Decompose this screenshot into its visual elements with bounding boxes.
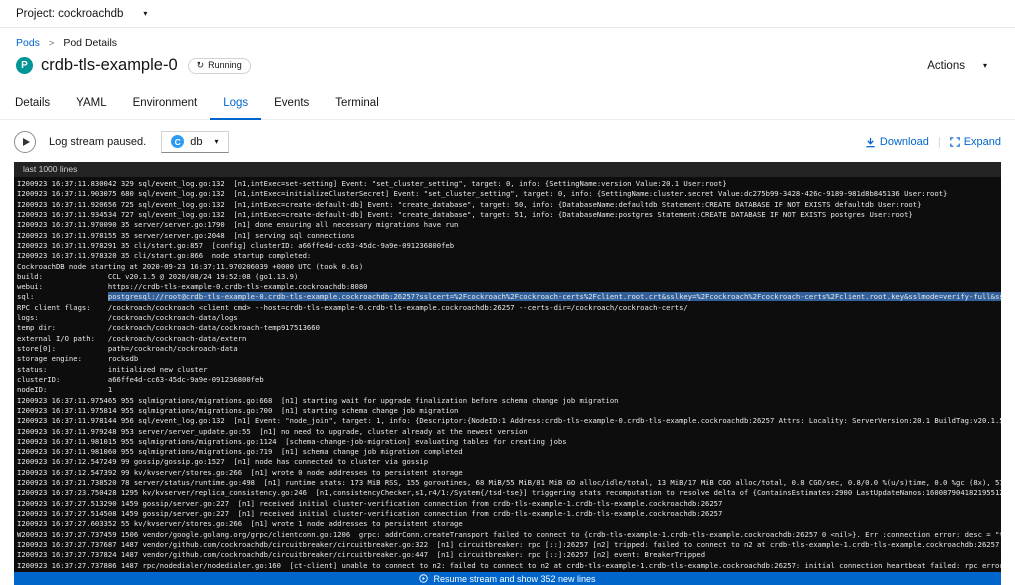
container-selector-value: db <box>190 136 202 148</box>
log-line: I200923 16:37:27.514508 1459 gossip/serv… <box>17 509 1001 519</box>
log-line: CockroachDB node starting at 2020-09-23 … <box>17 262 1001 272</box>
pod-badge: P <box>16 57 33 74</box>
expand-icon <box>950 137 960 147</box>
log-line: I200923 16:37:11.978291 35 cli/start.go:… <box>17 241 1001 251</box>
log-line: I200923 16:37:11.903075 680 sql/event_lo… <box>17 189 1001 199</box>
tab-terminal[interactable]: Terminal <box>322 89 391 120</box>
tab-yaml[interactable]: YAML <box>63 89 119 120</box>
log-line: clusterID: a66ffe4d-cc63-45dc-9a9e-09123… <box>17 375 1001 385</box>
log-toolbar-right: Download | Expand <box>865 136 1001 148</box>
breadcrumb-separator: > <box>49 38 55 49</box>
expand-link[interactable]: Expand <box>950 136 1001 148</box>
log-line: RPC client flags: /cockroach/cockroach <… <box>17 303 1001 313</box>
breadcrumb-pods-link[interactable]: Pods <box>16 37 40 49</box>
log-line: I200923 16:37:11.975465 955 sqlmigration… <box>17 396 1001 406</box>
tab-events[interactable]: Events <box>261 89 322 120</box>
log-line: I200923 16:37:11.978155 35 server/server… <box>17 231 1001 241</box>
log-line: I200923 16:37:11.978320 35 cli/start.go:… <box>17 251 1001 261</box>
actions-dropdown[interactable]: Actions ▾ <box>927 60 999 72</box>
play-icon <box>23 138 30 146</box>
log-window: last 1000 lines I200923 16:37:11.830042 … <box>14 162 1001 585</box>
log-line: I200923 16:37:21.738520 78 server/status… <box>17 478 1001 488</box>
log-stream-status: Log stream paused. <box>49 136 146 148</box>
breadcrumb: Pods > Pod Details <box>0 28 1015 49</box>
tab-environment[interactable]: Environment <box>120 89 211 120</box>
log-line: I200923 16:37:11.975814 955 sqlmigration… <box>17 406 1001 416</box>
tab-bar: Details YAML Environment Logs Events Ter… <box>0 89 1015 120</box>
log-line: I200923 16:37:12.547392 99 kv/kvserver/s… <box>17 468 1001 478</box>
tab-logs[interactable]: Logs <box>210 89 261 120</box>
log-line: I200923 16:37:11.830042 329 sql/event_lo… <box>17 179 1001 189</box>
log-line: I200923 16:37:11.981060 955 sqlmigration… <box>17 447 1001 457</box>
tab-details[interactable]: Details <box>2 89 63 120</box>
project-bar: Project: cockroachdb ▾ <box>0 0 1015 28</box>
log-line: build: CCL v20.1.5 @ 2020/08/24 19:52:08… <box>17 272 1001 282</box>
toolbar-divider: | <box>938 136 941 148</box>
log-line: I200923 16:37:11.970090 35 server/server… <box>17 220 1001 230</box>
log-line: I200923 16:37:23.750428 1295 kv/kvserver… <box>17 488 1001 498</box>
expand-label: Expand <box>964 136 1001 148</box>
status-badge-label: Running <box>208 60 242 70</box>
page: Project: cockroachdb ▾ Pods > Pod Detail… <box>0 0 1015 585</box>
log-window-header: last 1000 lines <box>14 162 1001 177</box>
log-line: I200923 16:37:27.737687 1487 vendor/gith… <box>17 540 1001 550</box>
chevron-down-icon: ▾ <box>214 137 218 146</box>
log-line: I200923 16:37:11.920656 725 sql/event_lo… <box>17 200 1001 210</box>
container-badge-icon: C <box>171 135 184 148</box>
log-line: I200923 16:37:12.547249 99 gossip/gossip… <box>17 457 1001 467</box>
sync-icon: ↻ <box>197 60 205 71</box>
log-line: nodeID: 1 <box>17 385 1001 395</box>
chevron-down-icon: ▾ <box>143 9 147 18</box>
container-selector[interactable]: C db ▾ <box>161 131 228 153</box>
download-icon <box>865 137 876 148</box>
download-label: Download <box>880 136 929 148</box>
log-line: I200923 16:37:11.979248 953 server/serve… <box>17 427 1001 437</box>
log-line: temp dir: /cockroach/cockroach-data/cock… <box>17 323 1001 333</box>
page-title: crdb-tls-example-0 <box>41 56 178 75</box>
log-line: I200923 16:37:27.603352 55 kv/kvserver/s… <box>17 519 1001 529</box>
status-badge: ↻ Running <box>188 58 251 74</box>
log-line: sql: postgresql://root@crdb-tls-example-… <box>17 292 1001 302</box>
log-line: storage engine: rocksdb <box>17 354 1001 364</box>
resume-stream-label: Resume stream and show 352 new lines <box>433 574 595 584</box>
log-line: external I/O path: /cockroach/cockroach-… <box>17 334 1001 344</box>
title-row: P crdb-tls-example-0 ↻ Running Actions ▾ <box>0 49 1015 81</box>
log-lines[interactable]: I200923 16:37:11.830042 329 sql/event_lo… <box>14 177 1001 572</box>
log-line: I200923 16:37:11.934534 727 sql/event_lo… <box>17 210 1001 220</box>
resume-stream-button[interactable]: Resume stream and show 352 new lines <box>14 572 1001 585</box>
log-line: I200923 16:37:27.513290 1459 gossip/serv… <box>17 499 1001 509</box>
log-line: webui: https://crdb-tls-example-0.crdb-t… <box>17 282 1001 292</box>
log-toolbar: Log stream paused. C db ▾ Download | Exp… <box>0 120 1015 162</box>
actions-label: Actions <box>927 60 965 72</box>
breadcrumb-current: Pod Details <box>63 37 117 49</box>
selected-log-text: postgresql://root@crdb-tls-example-0.crd… <box>108 292 1001 301</box>
log-line: status: initialized new cluster <box>17 365 1001 375</box>
chevron-down-icon: ▾ <box>983 61 987 70</box>
project-selector-label: Project: cockroachdb <box>16 8 123 20</box>
log-line: W200923 16:37:27.737459 1506 vendor/goog… <box>17 530 1001 540</box>
log-line: I200923 16:37:11.978144 956 sql/event_lo… <box>17 416 1001 426</box>
resume-log-stream-button[interactable] <box>14 131 36 153</box>
play-circle-icon <box>419 574 428 583</box>
log-line: I200923 16:37:27.737824 1487 vendor/gith… <box>17 550 1001 560</box>
log-line: store[0]: path=/cockroach/cockroach-data <box>17 344 1001 354</box>
log-line: I200923 16:37:11.981015 955 sqlmigration… <box>17 437 1001 447</box>
download-link[interactable]: Download <box>865 136 929 148</box>
log-line: logs: /cockroach/cockroach-data/logs <box>17 313 1001 323</box>
project-selector[interactable]: Project: cockroachdb ▾ <box>16 8 147 20</box>
log-line: I200923 16:37:27.737886 1487 rpc/nodedia… <box>17 561 1001 571</box>
